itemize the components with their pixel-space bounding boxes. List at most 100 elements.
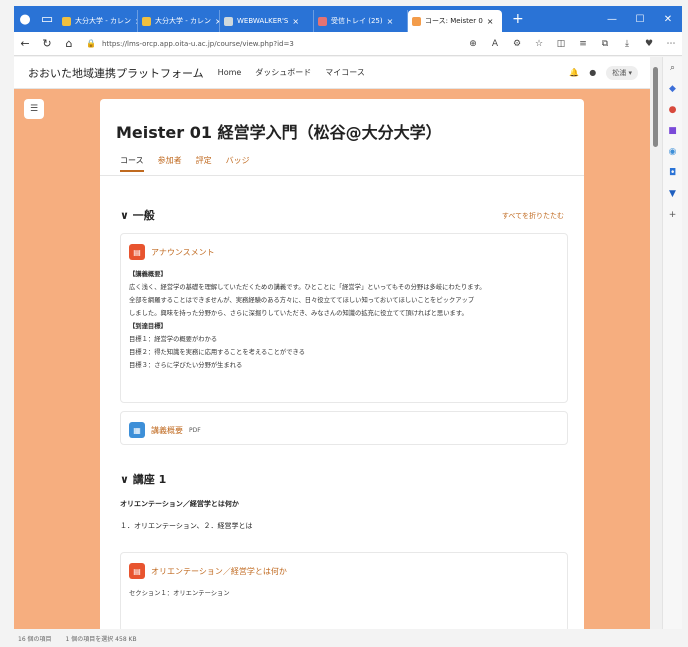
minimize-icon[interactable]: — xyxy=(598,14,626,25)
divider xyxy=(100,175,584,176)
close-window-icon[interactable]: ✕ xyxy=(654,14,682,25)
chevron-down-icon[interactable]: ∨ xyxy=(120,209,129,222)
profile-icon[interactable]: ● xyxy=(14,8,36,30)
tab-label: 大分大学 - カレン xyxy=(155,17,211,25)
messages-icon[interactable]: ● xyxy=(589,68,596,77)
description-heading: 【講義概要】 xyxy=(129,271,167,278)
section-general-title: 一般 xyxy=(132,209,155,222)
tab-label: コース: Meister 0 xyxy=(425,17,483,25)
browser-essentials-icon[interactable]: ♥ xyxy=(638,39,660,49)
selection-info: 1 個の項目を選択 458 KB xyxy=(65,635,137,643)
page-title: Meister 01 経営学入門（松谷@大分大学） xyxy=(116,123,442,142)
description-heading: 【到達目標】 xyxy=(129,323,167,330)
url-field[interactable]: 🔒 https://lms-orcp.app.oita-u.ac.jp/cour… xyxy=(86,39,386,48)
tools-icon[interactable]: ■ xyxy=(663,126,682,136)
refresh-icon[interactable]: ↻ xyxy=(36,37,58,50)
browser-tab-3[interactable]: WEBWALKER'S × xyxy=(220,10,314,32)
office-icon[interactable]: ◘ xyxy=(663,168,682,178)
close-icon[interactable]: × xyxy=(487,17,494,26)
moodle-navbar: おおいた地域連携プラットフォーム Home ダッシュボード マイコース 🔔 ● … xyxy=(14,57,650,89)
section-1-title: 講座 1 xyxy=(132,473,167,486)
tab-badges[interactable]: バッジ xyxy=(226,155,250,172)
maximize-icon[interactable]: ☐ xyxy=(626,14,654,25)
favorite-star-icon[interactable]: ☆ xyxy=(528,39,550,49)
read-aloud-icon[interactable]: A xyxy=(484,39,506,49)
course-index-toggle[interactable]: ☰ xyxy=(24,99,44,119)
activity-orientation: ▤ オリエンテーション／経営学とは何か セクション１：オリエンテーション xyxy=(120,552,568,629)
tab-participants[interactable]: 参加者 xyxy=(158,155,182,172)
browser-tab-active[interactable]: コース: Meister 0 × xyxy=(408,10,502,32)
description-line: セクション１：オリエンテーション xyxy=(129,590,230,597)
user-menu[interactable]: 松浦 ▾ xyxy=(606,65,638,80)
description-line: 目標１：経営学の概要がわかる xyxy=(129,336,218,343)
tab-grades[interactable]: 評定 xyxy=(196,155,212,172)
activity-header: ▤ アナウンスメント xyxy=(129,244,567,260)
user-name: 松浦 xyxy=(612,68,627,77)
scrollbar-thumb[interactable] xyxy=(653,67,658,147)
section-general-header[interactable]: ∨ 一般 xyxy=(120,207,155,223)
page-scrollbar[interactable] xyxy=(650,57,662,629)
tab-course[interactable]: コース xyxy=(120,155,144,172)
activity-link[interactable]: アナウンスメント xyxy=(151,247,215,258)
status-bar: 16 個の項目 1 個の項目を選択 458 KB xyxy=(14,629,682,647)
item-count: 16 個の項目 xyxy=(18,635,52,643)
nav-home[interactable]: Home xyxy=(218,68,242,77)
new-tab-button[interactable]: + xyxy=(502,11,534,27)
url-text: https://lms-orcp.app.oita-u.ac.jp/course… xyxy=(101,39,294,48)
address-bar: ← ↻ ⌂ 🔒 https://lms-orcp.app.oita-u.ac.j… xyxy=(14,32,682,56)
browser-tab-4[interactable]: 受信トレイ (25) × xyxy=(314,10,408,32)
lock-icon[interactable]: 🔒 xyxy=(86,39,96,48)
home-icon[interactable]: ⌂ xyxy=(58,37,80,50)
activity-link[interactable]: 講義概要 xyxy=(151,425,183,436)
nav-mycourses[interactable]: マイコース xyxy=(325,67,365,78)
notification-bell-icon[interactable]: 🔔 xyxy=(569,68,579,77)
edge-sidebar: ⌕ ◆ ● ■ ◉ ◘ ▼ + xyxy=(662,57,682,629)
add-icon[interactable]: + xyxy=(663,210,682,220)
favorites-icon[interactable]: ≡ xyxy=(572,39,594,49)
chevron-down-icon[interactable]: ∨ xyxy=(120,473,129,486)
outlook-icon[interactable]: ▼ xyxy=(663,189,682,199)
activity-description: セクション１：オリエンテーション xyxy=(129,587,559,600)
activity-header: ▦ 講義概要 PDF xyxy=(129,422,567,438)
site-name[interactable]: おおいた地域連携プラットフォーム xyxy=(28,65,204,81)
section-1-header[interactable]: ∨ 講座 1 xyxy=(120,471,166,487)
activity-syllabus: ▦ 講義概要 PDF xyxy=(120,411,568,445)
games-icon[interactable]: ◉ xyxy=(663,147,682,157)
activity-description: 【講義概要】 広く浅く、経営学の基礎を理解していただくための講義です。ひとことに… xyxy=(129,268,559,372)
collections-icon[interactable]: ⧉ xyxy=(594,39,616,49)
file-type-badge: PDF xyxy=(189,426,201,434)
tab-favicon xyxy=(412,16,421,26)
tab-actions-icon[interactable]: ▭ xyxy=(36,8,58,30)
tab-label: 大分大学 - カレン xyxy=(75,17,131,25)
browser-tab-1[interactable]: 大分大学 - カレン × xyxy=(58,10,138,32)
collapse-all-link[interactable]: すべてを折りたたむ xyxy=(502,211,564,221)
course-card: Meister 01 経営学入門（松谷@大分大学） コース 参加者 評定 バッジ… xyxy=(100,99,584,629)
split-screen-icon[interactable]: ◫ xyxy=(550,39,572,49)
tab-favicon xyxy=(142,16,151,26)
more-icon[interactable]: ⋯ xyxy=(660,39,682,49)
section-1-summary: １．オリエンテーション、２．経営学とは xyxy=(120,522,253,530)
activity-link[interactable]: オリエンテーション／経営学とは何か xyxy=(151,566,287,577)
back-icon[interactable]: ← xyxy=(14,37,36,50)
tab-label: 受信トレイ (25) xyxy=(331,17,383,25)
forum-icon: ▤ xyxy=(129,244,145,260)
browser-tab-2[interactable]: 大分大学 - カレン × xyxy=(138,10,220,32)
tag-icon[interactable]: ◆ xyxy=(663,84,682,94)
search-icon[interactable]: ⌕ xyxy=(663,63,682,73)
nav-dashboard[interactable]: ダッシュボード xyxy=(255,67,311,78)
tab-favicon xyxy=(224,16,233,26)
description-line: 全部を網羅することはできませんが、実務経験のある方々に、日々役立ててほしい知って… xyxy=(129,297,475,304)
tab-favicon xyxy=(318,16,327,26)
extension-icon[interactable]: ⚙ xyxy=(506,39,528,49)
downloads-icon[interactable]: ⤓ xyxy=(616,39,638,49)
activity-announcement: ▤ アナウンスメント 【講義概要】 広く浅く、経営学の基礎を理解していただくため… xyxy=(120,233,568,403)
close-icon[interactable]: × xyxy=(292,17,299,26)
file-icon: ▦ xyxy=(129,422,145,438)
close-icon[interactable]: × xyxy=(387,17,394,26)
tab-favicon xyxy=(62,16,71,26)
zoom-icon[interactable]: ⊕ xyxy=(462,39,484,49)
shopping-icon[interactable]: ● xyxy=(663,105,682,115)
user-area: 🔔 ● 松浦 ▾ xyxy=(569,65,638,80)
description-line: 目標３：さらに学びたい分野が生まれる xyxy=(129,362,243,369)
description-line: しました。興味を持った分野から、さらに深掘りしていただき、みなさんの知識の拡充に… xyxy=(129,310,468,317)
